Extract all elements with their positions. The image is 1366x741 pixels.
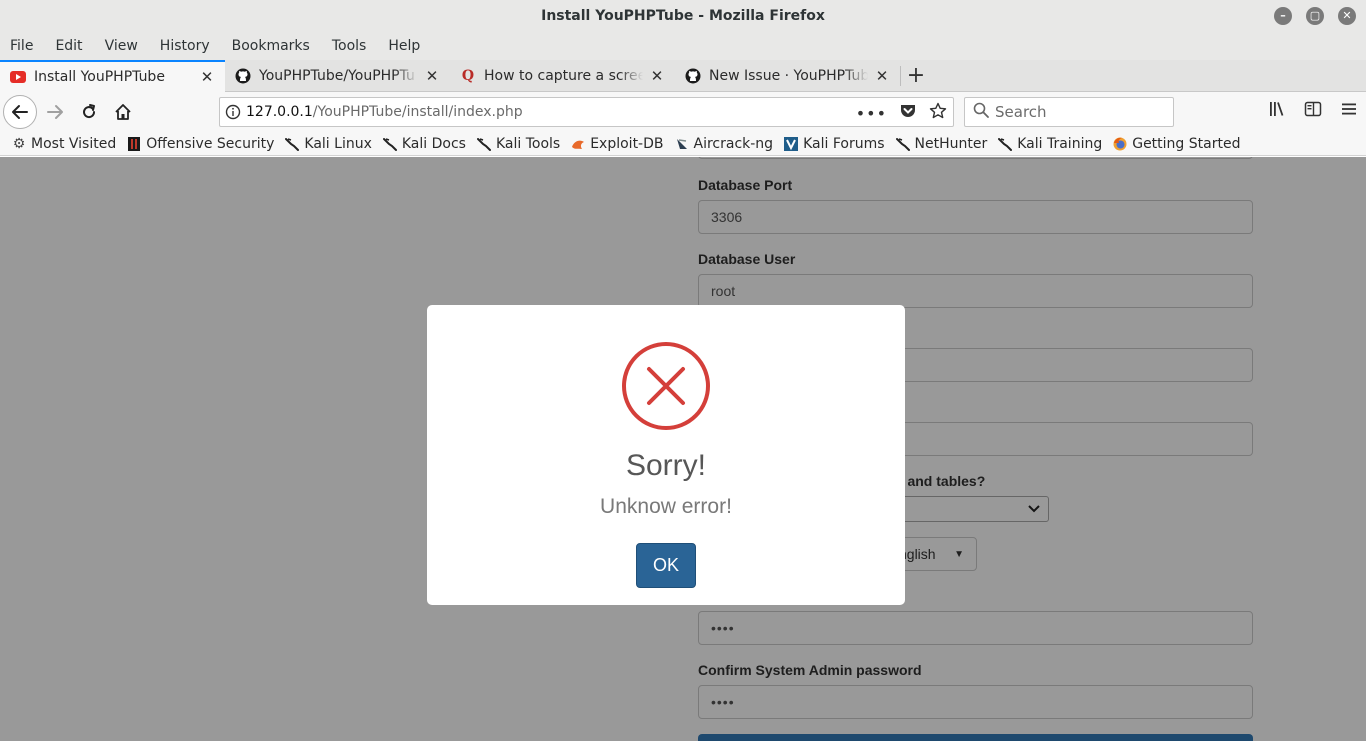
bookmark-label: Kali Forums <box>803 135 885 152</box>
kali-icon <box>895 137 910 151</box>
close-icon[interactable]: ✕ <box>1338 7 1356 25</box>
home-button[interactable] <box>107 96 139 128</box>
toolbar-right <box>1268 100 1358 122</box>
bookmark-label: Aircrack-ng <box>693 135 774 152</box>
bookmark-kali-tools[interactable]: Kali Tools <box>476 135 561 152</box>
bookmark-nethunter[interactable]: NetHunter <box>895 135 988 152</box>
pocket-icon[interactable] <box>899 102 917 124</box>
bookmark-kali-linux[interactable]: Kali Linux <box>285 135 372 152</box>
reload-button[interactable] <box>73 96 105 128</box>
window-title: Install YouPHPTube - Mozilla Firefox <box>541 8 825 24</box>
back-button[interactable] <box>3 95 37 129</box>
quora-icon: Q <box>461 68 475 84</box>
tab-label: New Issue · YouPHPTube <box>709 68 868 84</box>
ok-button[interactable]: OK <box>636 543 696 588</box>
menu-tools[interactable]: Tools <box>332 38 367 54</box>
url-host: 127.0.0.1 <box>246 104 313 120</box>
dialog-message: Unknow error! <box>600 495 732 518</box>
firefox-icon <box>1113 137 1127 151</box>
menu-edit[interactable]: Edit <box>55 38 82 54</box>
github-icon <box>235 68 251 84</box>
kali-icon <box>285 137 300 151</box>
window-titlebar: Install YouPHPTube - Mozilla Firefox – ▢… <box>0 0 1366 32</box>
kali-icon <box>998 137 1013 151</box>
bookmark-label: Kali Training <box>1017 135 1103 152</box>
bookmark-kali-docs[interactable]: Kali Docs <box>382 135 466 152</box>
bookmark-label: Getting Started <box>1132 135 1241 152</box>
bookmark-offensive-security[interactable]: Offensive Security <box>127 136 274 152</box>
tab-github-new-issue[interactable]: New Issue · YouPHPTube ✕ <box>675 60 900 92</box>
window-controls: – ▢ ✕ <box>1274 7 1356 25</box>
close-tab-icon[interactable]: ✕ <box>424 67 440 85</box>
minimize-icon[interactable]: – <box>1274 7 1292 25</box>
menu-bar: File Edit View History Bookmarks Tools H… <box>0 32 1366 60</box>
dialog-title: Sorry! <box>625 449 706 482</box>
menu-history[interactable]: History <box>160 38 210 54</box>
bookmark-label: Kali Linux <box>304 135 372 152</box>
tab-install-youphptube[interactable]: Install YouPHPTube ✕ <box>0 60 225 92</box>
bookmark-exploit-db[interactable]: Exploit-DB <box>571 135 664 152</box>
info-icon[interactable] <box>220 104 246 120</box>
maximize-icon[interactable]: ▢ <box>1306 7 1324 25</box>
page-actions-icon[interactable]: ••• <box>856 104 887 123</box>
search-icon <box>973 102 989 122</box>
arrow-right-icon <box>47 105 63 119</box>
bookmark-kali-training[interactable]: Kali Training <box>998 136 1102 152</box>
bookmark-label: NetHunter <box>914 135 988 152</box>
tab-strip: Install YouPHPTube ✕ YouPHPTube/YouPHPTu… <box>0 60 1366 92</box>
youtube-icon <box>10 69 26 85</box>
offsec-icon <box>127 136 141 151</box>
search-bar[interactable]: Search <box>964 97 1174 127</box>
menu-view[interactable]: View <box>105 38 138 54</box>
exploitdb-icon <box>571 137 585 151</box>
home-icon <box>115 104 131 120</box>
new-tab-button[interactable]: + <box>901 60 931 91</box>
bookmark-aircrack-ng[interactable]: Aircrack-ng <box>675 135 774 152</box>
bookmark-label: Exploit-DB <box>590 135 664 152</box>
tab-label: Install YouPHPTube <box>34 69 165 85</box>
star-icon[interactable] <box>929 102 947 124</box>
menu-bookmarks[interactable]: Bookmarks <box>232 38 310 54</box>
bookmark-label: Offensive Security <box>146 135 275 152</box>
reload-icon <box>83 104 96 119</box>
menu-help[interactable]: Help <box>388 38 420 54</box>
error-x-icon <box>622 342 710 430</box>
bookmarks-toolbar: ⚙ Most Visited Offensive Security Kali L… <box>0 132 1366 156</box>
aircrack-icon <box>675 137 689 151</box>
arrow-left-icon <box>12 105 28 119</box>
kali-icon <box>382 137 397 151</box>
tab-github-youphptube[interactable]: YouPHPTube/YouPHPTu ✕ <box>225 60 450 92</box>
sidebar-icon[interactable] <box>1304 100 1322 122</box>
library-icon[interactable] <box>1268 100 1286 122</box>
tab-quora[interactable]: Q How to capture a screens ✕ <box>450 60 675 92</box>
gear-icon: ⚙ <box>12 135 26 152</box>
kali-forums-icon <box>784 136 799 151</box>
url-path: /YouPHPTube/install/index.php <box>312 104 523 120</box>
bookmark-getting-started[interactable]: Getting Started <box>1113 136 1240 152</box>
error-dialog: Sorry! Unknow error! OK <box>427 305 905 605</box>
bookmark-most-visited[interactable]: ⚙ Most Visited <box>12 135 117 152</box>
kali-icon <box>476 137 491 151</box>
bookmark-label: Most Visited <box>31 135 117 152</box>
bookmark-label: Kali Docs <box>401 135 466 152</box>
github-icon <box>685 68 701 84</box>
tab-label: How to capture a screens <box>484 68 643 84</box>
search-placeholder: Search <box>995 103 1047 121</box>
hamburger-menu-icon[interactable] <box>1340 100 1358 122</box>
close-tab-icon[interactable]: ✕ <box>199 68 215 86</box>
url-actions: ••• <box>856 102 947 124</box>
forward-button[interactable] <box>39 96 71 128</box>
close-tab-icon[interactable]: ✕ <box>649 67 665 85</box>
bookmark-label: Kali Tools <box>495 135 561 152</box>
url-bar[interactable]: 127.0.0.1/YouPHPTube/install/index.php •… <box>219 97 954 127</box>
menu-file[interactable]: File <box>10 38 33 54</box>
tab-label: YouPHPTube/YouPHPTu <box>259 68 415 84</box>
navigation-toolbar: 127.0.0.1/YouPHPTube/install/index.php •… <box>0 92 1366 132</box>
plus-icon: + <box>906 63 926 88</box>
close-tab-icon[interactable]: ✕ <box>874 67 890 85</box>
bookmark-kali-forums[interactable]: Kali Forums <box>784 135 885 152</box>
